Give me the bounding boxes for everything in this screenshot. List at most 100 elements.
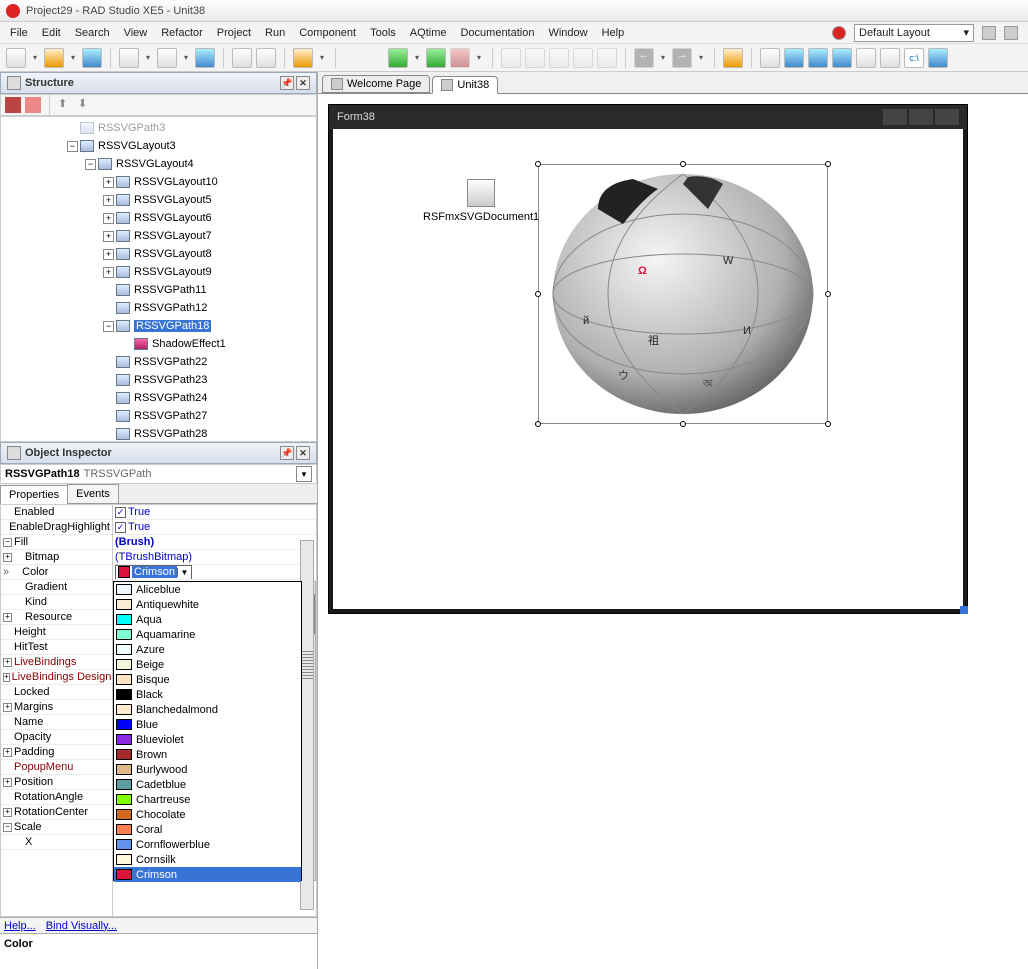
- prop-name[interactable]: Name: [1, 715, 112, 730]
- prop-name[interactable]: PopupMenu: [1, 760, 112, 775]
- color-option[interactable]: Blanchedalmond: [114, 702, 301, 717]
- tab-welcome[interactable]: Welcome Page: [322, 75, 430, 93]
- run-to-cursor-button[interactable]: [597, 48, 617, 68]
- splitter[interactable]: [300, 540, 314, 910]
- color-option[interactable]: Brown: [114, 747, 301, 762]
- prop-value[interactable]: (Brush): [113, 535, 316, 550]
- resize-handle[interactable]: [825, 161, 831, 167]
- delete-layout-icon[interactable]: [1004, 26, 1018, 40]
- move-down-button[interactable]: ⬇: [78, 97, 94, 113]
- prop-name[interactable]: Enabled: [1, 505, 112, 520]
- menu-run[interactable]: Run: [265, 27, 285, 39]
- menu-refactor[interactable]: Refactor: [161, 27, 203, 39]
- tree-node[interactable]: −RSSVGLayout4: [85, 155, 316, 173]
- menu-window[interactable]: Window: [548, 27, 587, 39]
- prop-value[interactable]: Crimson▼: [113, 565, 316, 580]
- close-icon[interactable]: ✕: [296, 76, 310, 90]
- color-option[interactable]: Cornflowerblue: [114, 837, 301, 852]
- selection-box[interactable]: [538, 164, 828, 424]
- form-designer[interactable]: Form38 RSFmxSVGDocument1: [318, 94, 1028, 969]
- save-all-button[interactable]: [195, 48, 215, 68]
- color-option[interactable]: Antiquewhite: [114, 597, 301, 612]
- browser-icon[interactable]: [832, 26, 846, 40]
- new-button[interactable]: [6, 48, 26, 68]
- tree-node[interactable]: RSSVGPath22: [103, 353, 316, 371]
- prop-name[interactable]: Gradient: [1, 580, 112, 595]
- tool7-button[interactable]: [928, 48, 948, 68]
- resize-handle[interactable]: [680, 161, 686, 167]
- prop-name[interactable]: HitTest: [1, 640, 112, 655]
- menu-help[interactable]: Help: [602, 27, 625, 39]
- cut-node-button[interactable]: [25, 97, 41, 113]
- tool3-button[interactable]: [808, 48, 828, 68]
- color-option[interactable]: Blueviolet: [114, 732, 301, 747]
- expand-icon[interactable]: +: [103, 267, 114, 278]
- expand-icon[interactable]: +: [103, 177, 114, 188]
- tree-node[interactable]: −RSSVGPath18: [103, 317, 316, 335]
- menu-file[interactable]: File: [10, 27, 28, 39]
- run-no-debug-button[interactable]: [426, 48, 446, 68]
- expand-icon[interactable]: −: [85, 159, 96, 170]
- prop-name[interactable]: Opacity: [1, 730, 112, 745]
- tree-node[interactable]: RSSVGPath28: [103, 425, 316, 442]
- tab-events[interactable]: Events: [67, 484, 119, 503]
- prop-name[interactable]: −Scale: [1, 820, 112, 835]
- prop-name[interactable]: X: [1, 835, 112, 850]
- color-option[interactable]: Aqua: [114, 612, 301, 627]
- prop-name[interactable]: +RotationCenter: [1, 805, 112, 820]
- tab-unit38[interactable]: Unit38: [432, 76, 498, 94]
- add-file-button[interactable]: [119, 48, 139, 68]
- tree-node[interactable]: RSSVGPath27: [103, 407, 316, 425]
- menu-view[interactable]: View: [124, 27, 148, 39]
- expand-icon[interactable]: +: [103, 195, 114, 206]
- tool5-button[interactable]: [856, 48, 876, 68]
- tree-node[interactable]: +RSSVGLayout9: [103, 263, 316, 281]
- move-up-button[interactable]: ⬆: [58, 97, 74, 113]
- form-client-area[interactable]: RSFmxSVGDocument1: [333, 129, 963, 609]
- prop-name[interactable]: +Position: [1, 775, 112, 790]
- tool2-button[interactable]: [784, 48, 804, 68]
- tree-node[interactable]: ShadowEffect1: [121, 335, 316, 353]
- view-form-button[interactable]: [256, 48, 276, 68]
- color-option[interactable]: Crimson: [114, 867, 301, 882]
- prop-name[interactable]: +LiveBindings Designer: [1, 670, 112, 685]
- components-button[interactable]: [723, 48, 743, 68]
- tree-node[interactable]: +RSSVGLayout10: [103, 173, 316, 191]
- expand-icon[interactable]: +: [103, 231, 114, 242]
- tree-node[interactable]: +RSSVGLayout6: [103, 209, 316, 227]
- tree-node[interactable]: +RSSVGLayout8: [103, 245, 316, 263]
- tool1-button[interactable]: [760, 48, 780, 68]
- tree-node[interactable]: RSSVGPath3: [67, 119, 316, 137]
- resize-handle[interactable]: [535, 421, 541, 427]
- prop-value[interactable]: ✓True: [113, 520, 316, 535]
- close-icon[interactable]: ✕: [296, 446, 310, 460]
- color-option[interactable]: Aquamarine: [114, 627, 301, 642]
- color-option[interactable]: Chartreuse: [114, 792, 301, 807]
- oi-object-selector[interactable]: RSSVGPath18 TRSSVGPath ▼: [0, 464, 317, 484]
- pin-icon[interactable]: 📌: [280, 76, 294, 90]
- form-resize-handle[interactable]: [960, 606, 968, 614]
- menu-documentation[interactable]: Documentation: [460, 27, 534, 39]
- new-dropdown[interactable]: ▾: [30, 48, 40, 68]
- prop-name[interactable]: −Fill: [1, 535, 112, 550]
- resize-handle[interactable]: [825, 421, 831, 427]
- menu-aqtime[interactable]: AQtime: [410, 27, 447, 39]
- help-link[interactable]: Help...: [4, 920, 36, 932]
- color-option[interactable]: Beige: [114, 657, 301, 672]
- expand-icon[interactable]: −: [103, 321, 114, 332]
- tree-node[interactable]: RSSVGPath12: [103, 299, 316, 317]
- tab-properties[interactable]: Properties: [0, 485, 68, 504]
- open-dropdown[interactable]: ▾: [68, 48, 78, 68]
- prop-name[interactable]: +Bitmap: [1, 550, 112, 565]
- form-window[interactable]: Form38 RSFmxSVGDocument1: [328, 104, 968, 614]
- svg-document-component[interactable]: RSFmxSVGDocument1: [423, 179, 539, 223]
- prop-value[interactable]: (TBrushBitmap): [113, 550, 316, 565]
- color-option[interactable]: Chocolate: [114, 807, 301, 822]
- resize-handle[interactable]: [825, 291, 831, 297]
- prop-name[interactable]: RotationAngle: [1, 790, 112, 805]
- menu-edit[interactable]: Edit: [42, 27, 61, 39]
- delete-node-button[interactable]: [5, 97, 21, 113]
- expand-icon[interactable]: +: [103, 213, 114, 224]
- prop-value[interactable]: ✓True: [113, 505, 316, 520]
- prop-name[interactable]: +Resource: [1, 610, 112, 625]
